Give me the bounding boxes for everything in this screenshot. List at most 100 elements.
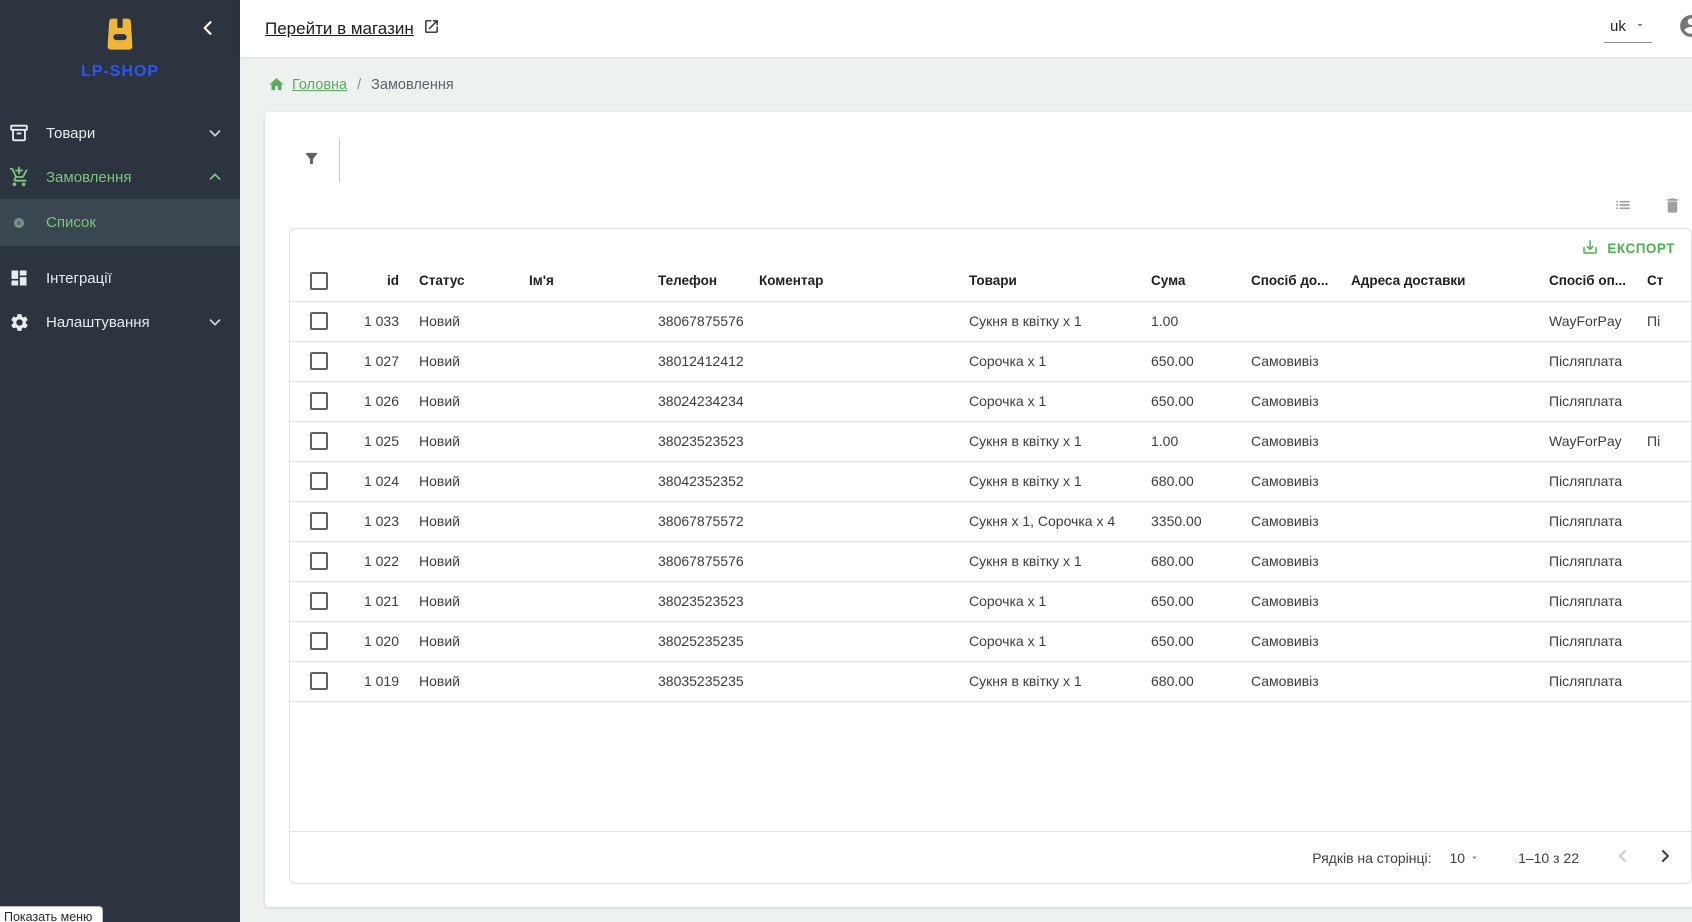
cell-status: Новий	[403, 621, 513, 661]
cell-comment	[743, 621, 953, 661]
cell-name	[513, 581, 642, 621]
cell-payment-method: Післяплата	[1533, 661, 1631, 701]
sidebar-item-settings[interactable]: Налаштування	[0, 300, 240, 344]
cell-phone: 380252352352	[642, 621, 743, 661]
header-name[interactable]: Ім'я	[513, 261, 642, 301]
row-checkbox[interactable]	[310, 552, 328, 570]
cell-goods: Сукня в квітку x 1	[953, 421, 1135, 461]
cell-comment	[743, 581, 953, 621]
header-goods[interactable]: Товари	[953, 261, 1135, 301]
row-checkbox[interactable]	[310, 392, 328, 410]
row-checkbox[interactable]	[310, 312, 328, 330]
chevron-down-icon	[206, 124, 224, 142]
cell-id: 1 023	[334, 501, 403, 541]
cell-payment-method: Післяплата	[1533, 541, 1631, 581]
cell-sum: 650.00	[1135, 581, 1235, 621]
rows-per-page-select[interactable]: 10	[1450, 850, 1481, 866]
header-delivery-method[interactable]: Спосіб до...	[1235, 261, 1335, 301]
filter-icon[interactable]	[303, 150, 320, 172]
cell-payment-method: Післяплата	[1533, 461, 1631, 501]
cell-payment-status	[1631, 621, 1691, 661]
main-area: Перейти в магазин uk Головна / З	[240, 0, 1692, 922]
table-row[interactable]: 1 025 Новий 380235235235 Сукня в квітку …	[290, 421, 1691, 461]
cell-payment-status	[1631, 381, 1691, 421]
cell-delivery-method: Самовивіз	[1235, 461, 1335, 501]
cell-goods: Сорочка x 1	[953, 341, 1135, 381]
trash-icon[interactable]	[1663, 196, 1682, 215]
export-button[interactable]: ЕКСПОРТ	[1575, 234, 1681, 263]
sidebar-item-orders-list[interactable]: Список	[0, 199, 240, 246]
row-checkbox[interactable]	[310, 512, 328, 530]
columns-list-icon[interactable]	[1613, 195, 1633, 215]
row-checkbox[interactable]	[310, 672, 328, 690]
cell-name	[513, 421, 642, 461]
language-select[interactable]: uk	[1604, 14, 1652, 43]
cell-status: Новий	[403, 501, 513, 541]
cell-status: Новий	[403, 381, 513, 421]
orders-table-card: ЕКСПОРТ id Статус Ім'я	[289, 228, 1692, 884]
cell-id: 1 025	[334, 421, 403, 461]
cell-phone: 380678755722	[642, 501, 743, 541]
select-all-checkbox[interactable]	[310, 272, 328, 290]
header-payment-method[interactable]: Спосіб оп...	[1533, 261, 1631, 301]
table-row[interactable]: 1 022 Новий 380678755765 Сукня в квітку …	[290, 541, 1691, 581]
cell-payment-status	[1631, 501, 1691, 541]
header-phone[interactable]: Телефон	[642, 261, 743, 301]
cell-goods: Сукня в квітку x 1	[953, 301, 1135, 341]
header-comment[interactable]: Коментар	[743, 261, 953, 301]
go-to-store-link[interactable]: Перейти в магазин	[265, 18, 440, 40]
table-row[interactable]: 1 033 Новий 380678755765 Сукня в квітку …	[290, 301, 1691, 341]
cell-comment	[743, 301, 953, 341]
orders-table: id Статус Ім'я Телефон Коментар Товари С…	[290, 261, 1691, 702]
header-sum[interactable]: Сума	[1135, 261, 1235, 301]
sidebar-item-integrations[interactable]: Інтеграції	[0, 256, 240, 300]
table-row[interactable]: 1 026 Новий 380242342342 Сорочка x 1 650…	[290, 381, 1691, 421]
caret-down-icon	[1634, 18, 1646, 35]
cell-id: 1 033	[334, 301, 403, 341]
cell-status: Новий	[403, 461, 513, 501]
cell-goods: Сукня x 1, Сорочка x 4	[953, 501, 1135, 541]
account-avatar-icon	[1678, 13, 1692, 44]
sidebar-item-orders[interactable]: Замовлення	[0, 155, 240, 199]
cell-goods: Сорочка x 1	[953, 381, 1135, 421]
sidebar-collapse-button[interactable]	[196, 18, 220, 42]
row-checkbox[interactable]	[310, 432, 328, 450]
next-page-button[interactable]	[1651, 844, 1679, 872]
table-row[interactable]: 1 020 Новий 380252352352 Сорочка x 1 650…	[290, 621, 1691, 661]
cell-id: 1 020	[334, 621, 403, 661]
header-payment-status[interactable]: Ст	[1631, 261, 1691, 301]
grid-icon	[6, 268, 32, 288]
table-row[interactable]: 1 021 Новий 380235235235 Сорочка x 1 650…	[290, 581, 1691, 621]
header-delivery-address[interactable]: Адреса доставки	[1335, 261, 1533, 301]
cell-payment-status	[1631, 461, 1691, 501]
user-menu-button[interactable]	[1678, 13, 1692, 44]
row-checkbox[interactable]	[310, 472, 328, 490]
header-id[interactable]: id	[334, 261, 403, 301]
cell-delivery-method: Самовивіз	[1235, 541, 1335, 581]
row-checkbox[interactable]	[310, 352, 328, 370]
table-empty-space	[290, 702, 1691, 832]
header-status[interactable]: Статус	[403, 261, 513, 301]
row-checkbox[interactable]	[310, 632, 328, 650]
previous-page-button[interactable]	[1609, 844, 1637, 872]
breadcrumb-home-link[interactable]: Головна	[292, 77, 347, 93]
cell-delivery-method: Самовивіз	[1235, 661, 1335, 701]
cell-name	[513, 381, 642, 421]
cell-sum: 650.00	[1135, 341, 1235, 381]
chevron-left-icon	[1613, 846, 1633, 869]
menu-tooltip: Показать меню	[0, 906, 103, 922]
cell-status: Новий	[403, 301, 513, 341]
table-row[interactable]: 1 027 Новий 380124124124 Сорочка x 1 650…	[290, 341, 1691, 381]
cell-id: 1 019	[334, 661, 403, 701]
table-row[interactable]: 1 019 Новий 380352352353 Сукня в квітку …	[290, 661, 1691, 701]
table-row[interactable]: 1 023 Новий 380678755722 Сукня x 1, Соро…	[290, 501, 1691, 541]
table-row[interactable]: 1 024 Новий 380423523523 Сукня в квітку …	[290, 461, 1691, 501]
sidebar-item-products[interactable]: Товари	[0, 111, 240, 155]
cell-status: Новий	[403, 541, 513, 581]
cell-delivery-method: Самовивіз	[1235, 421, 1335, 461]
cell-delivery-address	[1335, 341, 1533, 381]
list-actions	[1613, 195, 1682, 215]
row-checkbox[interactable]	[310, 592, 328, 610]
cell-delivery-address	[1335, 381, 1533, 421]
rows-per-page-value: 10	[1450, 850, 1466, 866]
